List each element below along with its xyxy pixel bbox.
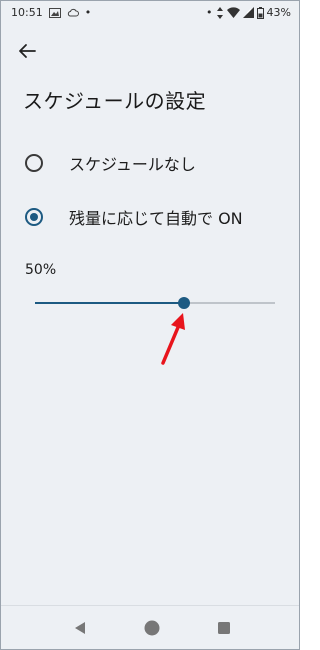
option-label: スケジュールなし [69, 155, 196, 174]
battery-icon [256, 6, 264, 19]
radio-button-checked[interactable] [25, 208, 43, 226]
radio-dot [30, 213, 38, 221]
slider-value-label: 50% [25, 262, 57, 278]
radio-button[interactable] [25, 154, 43, 172]
signal-icon [242, 7, 254, 18]
cloud-icon [67, 8, 79, 18]
red-arrow-icon [161, 313, 185, 365]
slider-thumb[interactable] [177, 297, 190, 309]
battery-percent: 43% [266, 6, 291, 19]
status-right: • 43% [206, 6, 291, 19]
option-auto-on-by-level[interactable]: 残量に応じて自動で ON [1, 193, 299, 241]
back-triangle-icon[interactable] [71, 619, 89, 637]
data-arrows-icon [216, 6, 224, 19]
status-left: 10:51 • [11, 6, 91, 19]
status-time: 10:51 [11, 6, 43, 19]
navigation-bar [1, 605, 299, 649]
wifi-icon [226, 7, 240, 18]
option-no-schedule[interactable]: スケジュールなし [1, 139, 299, 187]
arrow-left-icon [19, 44, 36, 58]
status-bar: 10:51 • • 43% [1, 1, 299, 25]
status-dot: • [206, 6, 213, 19]
screen: 10:51 • • 43% スケジュールの設定 スケジュールなし 残量に応じて自… [0, 0, 300, 650]
battery-level-slider[interactable] [35, 293, 275, 313]
back-button[interactable] [15, 39, 39, 63]
home-circle-icon[interactable] [143, 619, 161, 637]
notification-dot-icon: • [84, 6, 92, 19]
image-icon [48, 7, 61, 18]
recents-square-icon[interactable] [215, 619, 233, 637]
page-title: スケジュールの設定 [23, 89, 207, 113]
option-label: 残量に応じて自動で ON [69, 209, 243, 228]
slider-track-fill [35, 302, 184, 304]
